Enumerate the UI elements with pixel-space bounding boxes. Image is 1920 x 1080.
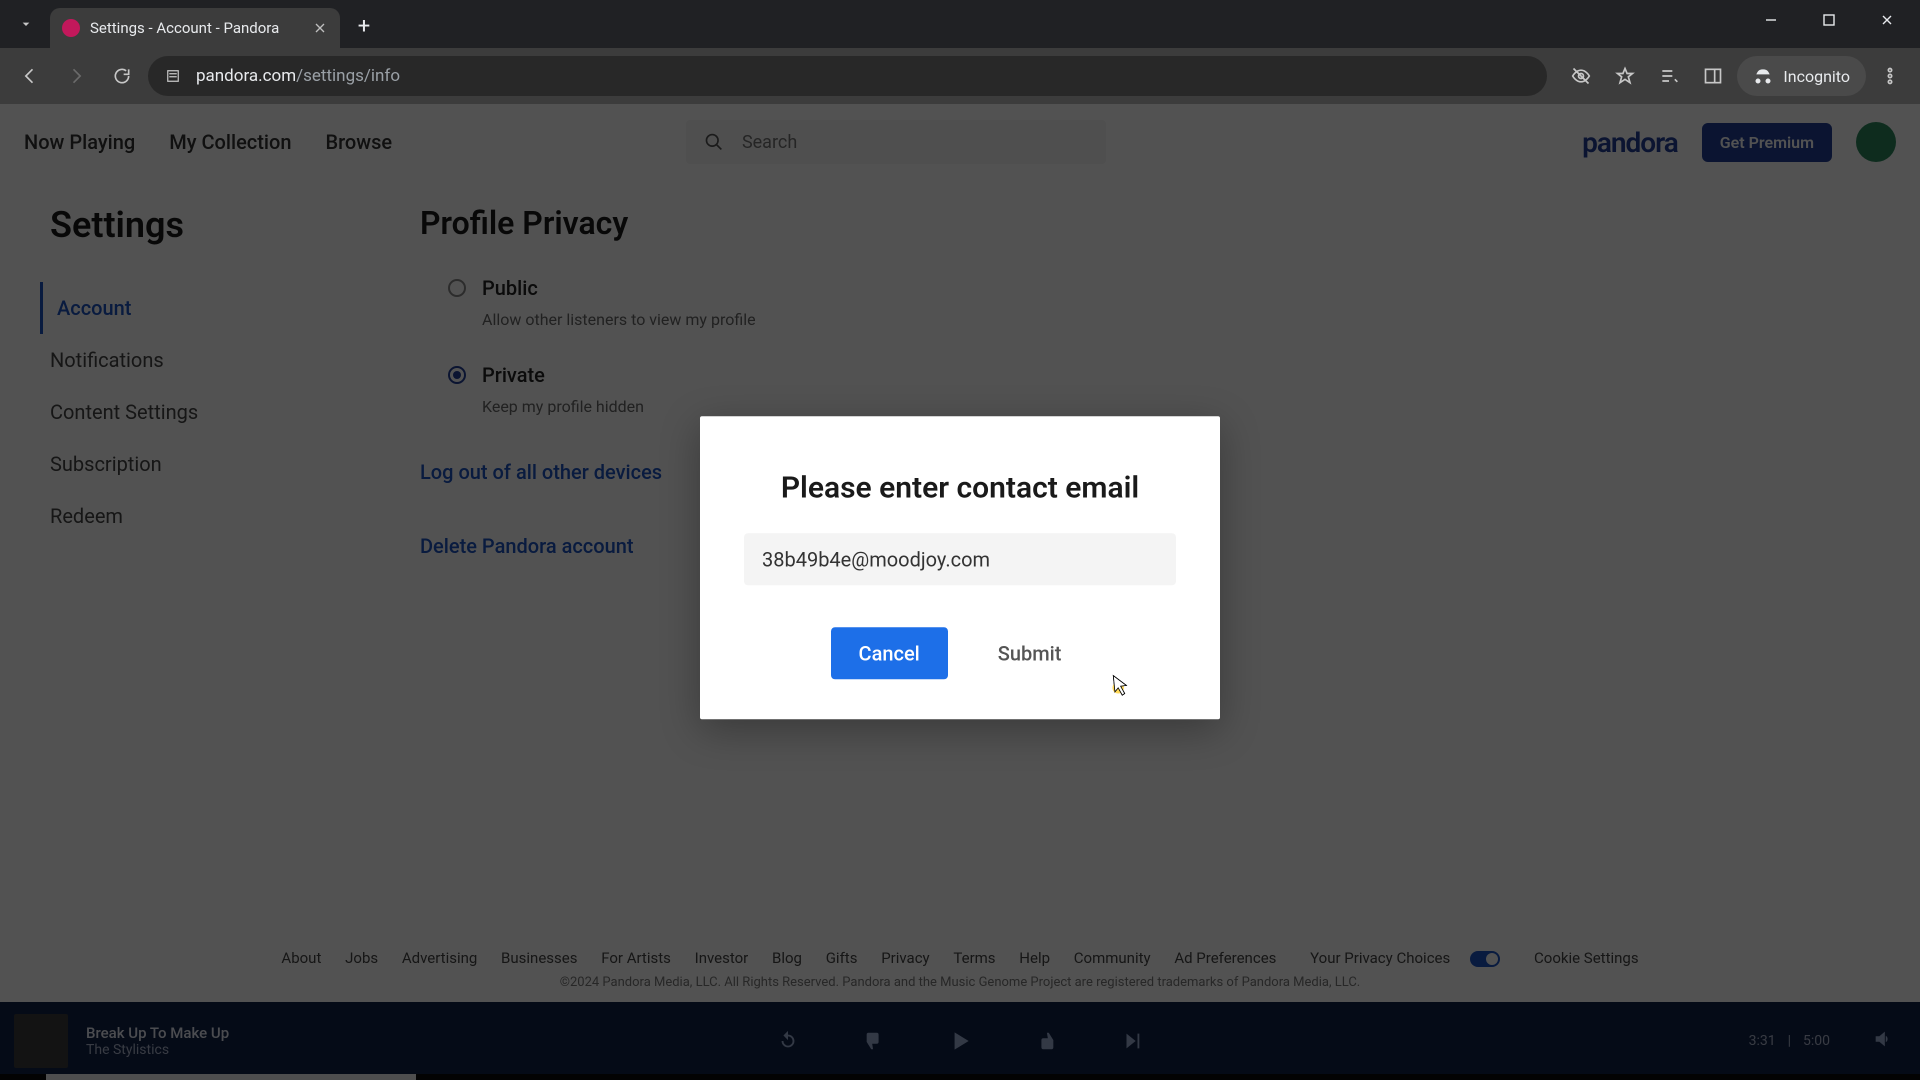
browser-menu-icon[interactable] — [1870, 56, 1910, 96]
contact-email-modal: Please enter contact email Cancel Submit — [700, 416, 1220, 719]
address-bar[interactable]: pandora.com/settings/info — [148, 56, 1547, 96]
window-controls — [1742, 0, 1916, 40]
submit-button[interactable]: Submit — [970, 627, 1090, 679]
browser-tab[interactable]: Settings - Account - Pandora — [50, 8, 340, 48]
new-tab-button[interactable]: + — [346, 8, 382, 44]
window-close-icon[interactable] — [1858, 0, 1916, 40]
window-minimize-icon[interactable] — [1742, 0, 1800, 40]
email-field[interactable] — [762, 547, 1158, 571]
browser-toolbar: pandora.com/settings/info Incognito — [0, 48, 1920, 104]
tab-search-dropdown[interactable] — [8, 6, 44, 42]
window-maximize-icon[interactable] — [1800, 0, 1858, 40]
nav-reload-button[interactable] — [102, 56, 142, 96]
tab-title: Settings - Account - Pandora — [90, 19, 279, 37]
email-input-wrap[interactable] — [744, 533, 1176, 585]
tab-favicon — [62, 19, 80, 37]
side-panel-icon[interactable] — [1693, 56, 1733, 96]
tracking-off-icon[interactable] — [1561, 56, 1601, 96]
media-control-icon[interactable] — [1649, 56, 1689, 96]
cancel-button[interactable]: Cancel — [831, 627, 948, 679]
browser-titlebar: Settings - Account - Pandora + — [0, 0, 1920, 48]
page-root: Now Playing My Collection Browse pandora… — [0, 104, 1920, 1080]
incognito-label: Incognito — [1783, 67, 1850, 86]
bookmark-star-icon[interactable] — [1605, 56, 1645, 96]
incognito-chip[interactable]: Incognito — [1737, 56, 1866, 96]
modal-title: Please enter contact email — [744, 470, 1176, 505]
site-info-icon[interactable] — [162, 65, 184, 87]
tab-close-icon[interactable] — [312, 20, 328, 36]
nav-back-button[interactable] — [10, 56, 50, 96]
nav-forward-button[interactable] — [56, 56, 96, 96]
url-text: pandora.com/settings/info — [196, 66, 400, 86]
